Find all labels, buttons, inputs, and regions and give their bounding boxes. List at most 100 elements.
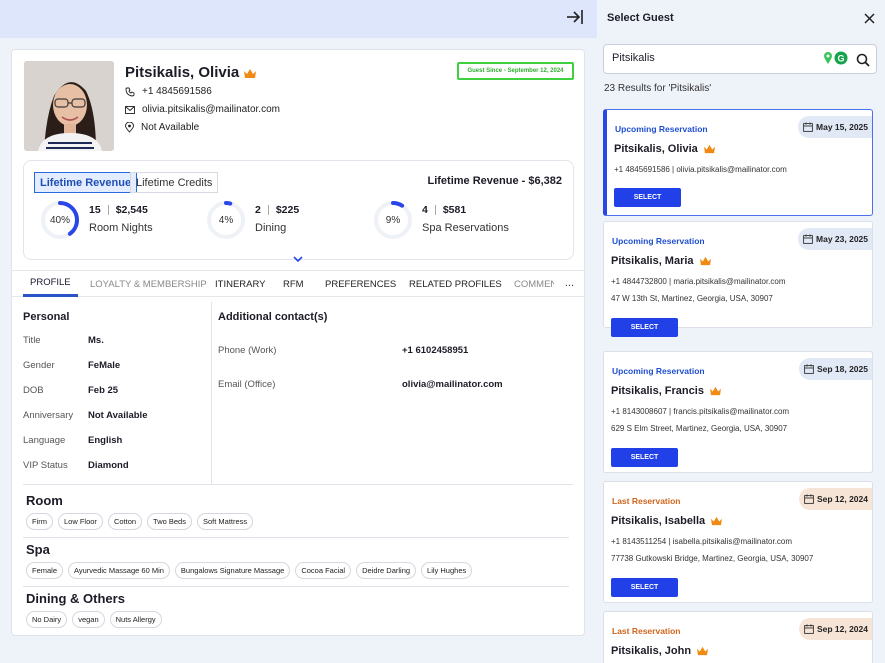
dining-pct: 4% (218, 214, 234, 226)
reservation-date-text: May 15, 2025 (816, 122, 868, 132)
reservation-date-text: Sep 12, 2024 (816, 494, 868, 504)
room-nights-value: 15 $2,545 (89, 204, 148, 216)
select-guest-panel: Select Guest G 23 Results for 'Pitsikali… (597, 0, 885, 663)
chip[interactable]: vegan (72, 611, 105, 628)
chip[interactable]: Soft Mattress (196, 513, 254, 530)
guest-email: olivia.pitsikalis@mailinator.com (125, 104, 280, 115)
chip[interactable]: Firm (26, 513, 53, 530)
chip[interactable]: Female (26, 562, 64, 579)
result-contact: +1 4844732800 | maria.pitsikalis@mailina… (611, 277, 786, 286)
select-guest-button[interactable]: SELECT (614, 188, 681, 207)
guest-name-text: Pitsikalis, Olivia (125, 64, 240, 81)
chip[interactable]: Cocoa Facial (295, 562, 352, 579)
guest-profile-pane: Pitsikalis, Olivia +1 4845691586 olivia.… (0, 0, 597, 663)
chip[interactable]: Nuts Allergy (109, 611, 162, 628)
tab-comments[interactable]: COMMEN (514, 271, 554, 297)
guest-email-text: olivia.pitsikalis@mailinator.com (142, 104, 280, 115)
profile-tabs: PROFILE LOYALTY & MEMBERSHIP ITINERARY R… (12, 270, 584, 297)
guest-phone: +1 4845691586 (125, 86, 212, 97)
select-guest-button[interactable]: SELECT (611, 578, 678, 597)
search-icon[interactable] (856, 53, 870, 67)
result-guest-name: Pitsikalis, Isabella (611, 515, 723, 527)
tab-lifetime-revenue[interactable]: Lifetime Revenue (34, 172, 138, 193)
result-guest-name: Pitsikalis, John (611, 645, 709, 657)
tab-itinerary[interactable]: ITINERARY (215, 271, 266, 297)
pref-spa-chips: Female Ayurvedic Massage 60 Min Bungalow… (26, 562, 473, 579)
spa-label: Spa Reservations (422, 222, 509, 234)
result-address: 629 S Elm Street, Martinez, Georgia, USA… (611, 424, 788, 433)
pref-room-title: Room (26, 493, 63, 508)
calendar-icon (804, 494, 814, 504)
guest-profile-card: Pitsikalis, Olivia +1 4845691586 olivia.… (11, 49, 585, 636)
result-guest-name: Pitsikalis, Francis (611, 385, 722, 397)
tab-rfm[interactable]: RFM (283, 271, 304, 297)
chip[interactable]: No Dairy (26, 611, 68, 628)
pref-dining-title: Dining & Others (26, 591, 125, 606)
close-icon[interactable] (864, 13, 875, 24)
mail-icon (125, 105, 135, 114)
reservation-date-text: May 23, 2025 (816, 234, 868, 244)
crown-icon (244, 68, 257, 78)
tab-loyalty-membership[interactable]: LOYALTY & MEMBERSHIP (90, 271, 207, 297)
chip[interactable]: Deidre Darling (356, 562, 417, 579)
reservation-date-text: Sep 18, 2025 (816, 364, 868, 374)
tab-preferences[interactable]: PREFERENCES (325, 271, 396, 297)
spa-pct: 9% (385, 214, 401, 226)
guest-result-card[interactable]: Last Reservation Sep 12, 2024 Pitsikalis… (603, 611, 873, 663)
guest-search-input[interactable] (612, 52, 812, 64)
tab-lifetime-credits[interactable]: Lifetime Credits (130, 172, 219, 193)
room-nights-count: 15 (89, 204, 101, 216)
result-contact: +1 8143511254 | isabella.pitsikalis@mail… (611, 537, 793, 546)
crown-icon (703, 144, 715, 154)
calendar-icon (803, 234, 813, 244)
reservation-date: May 15, 2025 (798, 116, 872, 138)
field-label-gender: Gender (23, 360, 55, 371)
reservation-date: Sep 12, 2024 (798, 488, 872, 510)
guest-avatar (24, 61, 114, 151)
collapse-panel-icon[interactable] (565, 8, 585, 26)
chevron-down-icon[interactable] (292, 255, 304, 263)
guest-result-card[interactable]: Last Reservation Sep 12, 2024 Pitsikalis… (603, 481, 873, 603)
tab-related-profiles[interactable]: RELATED PROFILES (409, 271, 502, 297)
pref-room-chips: Firm Low Floor Cotton Two Beds Soft Matt… (26, 513, 254, 530)
field-label-language: Language (23, 435, 66, 446)
phone-icon (125, 87, 135, 96)
room-nights-amount: $2,545 (115, 204, 148, 216)
reservation-date: May 23, 2025 (798, 228, 872, 250)
spa-value: 4 $581 (422, 204, 466, 216)
calendar-icon (804, 364, 814, 374)
result-guest-name-text: Pitsikalis, Maria (611, 255, 694, 267)
field-value-title: Ms. (88, 335, 104, 346)
pref-spa-title: Spa (26, 542, 50, 557)
reservation-status: Last Reservation (612, 626, 681, 636)
select-guest-button[interactable]: SELECT (611, 318, 678, 337)
field-value-language: English (88, 435, 123, 446)
chip[interactable]: Ayurvedic Massage 60 Min (68, 562, 170, 579)
result-guest-name-text: Pitsikalis, Francis (611, 385, 704, 397)
chip[interactable]: Bungalows Signature Massage (174, 562, 291, 579)
top-bar (0, 0, 597, 38)
chip[interactable]: Two Beds (147, 513, 192, 530)
field-label-email-office: Email (Office) (218, 379, 276, 390)
crown-icon (709, 386, 721, 396)
reservation-status: Upcoming Reservation (612, 236, 705, 246)
guest-result-card[interactable]: Upcoming Reservation May 23, 2025 Pitsik… (603, 221, 873, 337)
guest-result-card[interactable]: Upcoming Reservation May 15, 2025 Pitsik… (603, 109, 873, 216)
reservation-status: Last Reservation (612, 496, 681, 506)
field-value-vip-status: Diamond (88, 460, 129, 471)
more-tabs-button[interactable]: ... (565, 277, 574, 289)
crown-icon (711, 516, 723, 526)
chip[interactable]: Low Floor (58, 513, 103, 530)
chip[interactable]: Cotton (107, 513, 143, 530)
tab-profile[interactable]: PROFILE (23, 271, 78, 297)
guest-result-card[interactable]: Upcoming Reservation Sep 18, 2025 Pitsik… (603, 351, 873, 473)
dining-value: 2 $225 (255, 204, 299, 216)
reservation-status: Upcoming Reservation (612, 366, 705, 376)
select-guest-button[interactable]: SELECT (611, 448, 678, 467)
field-label-anniversary: Anniversary (23, 410, 74, 421)
divider (23, 586, 569, 587)
chip[interactable]: Lily Hughes (421, 562, 473, 579)
location-pin-icon (125, 122, 134, 133)
svg-text:G: G (837, 54, 844, 64)
room-nights-label: Room Nights (89, 222, 153, 234)
